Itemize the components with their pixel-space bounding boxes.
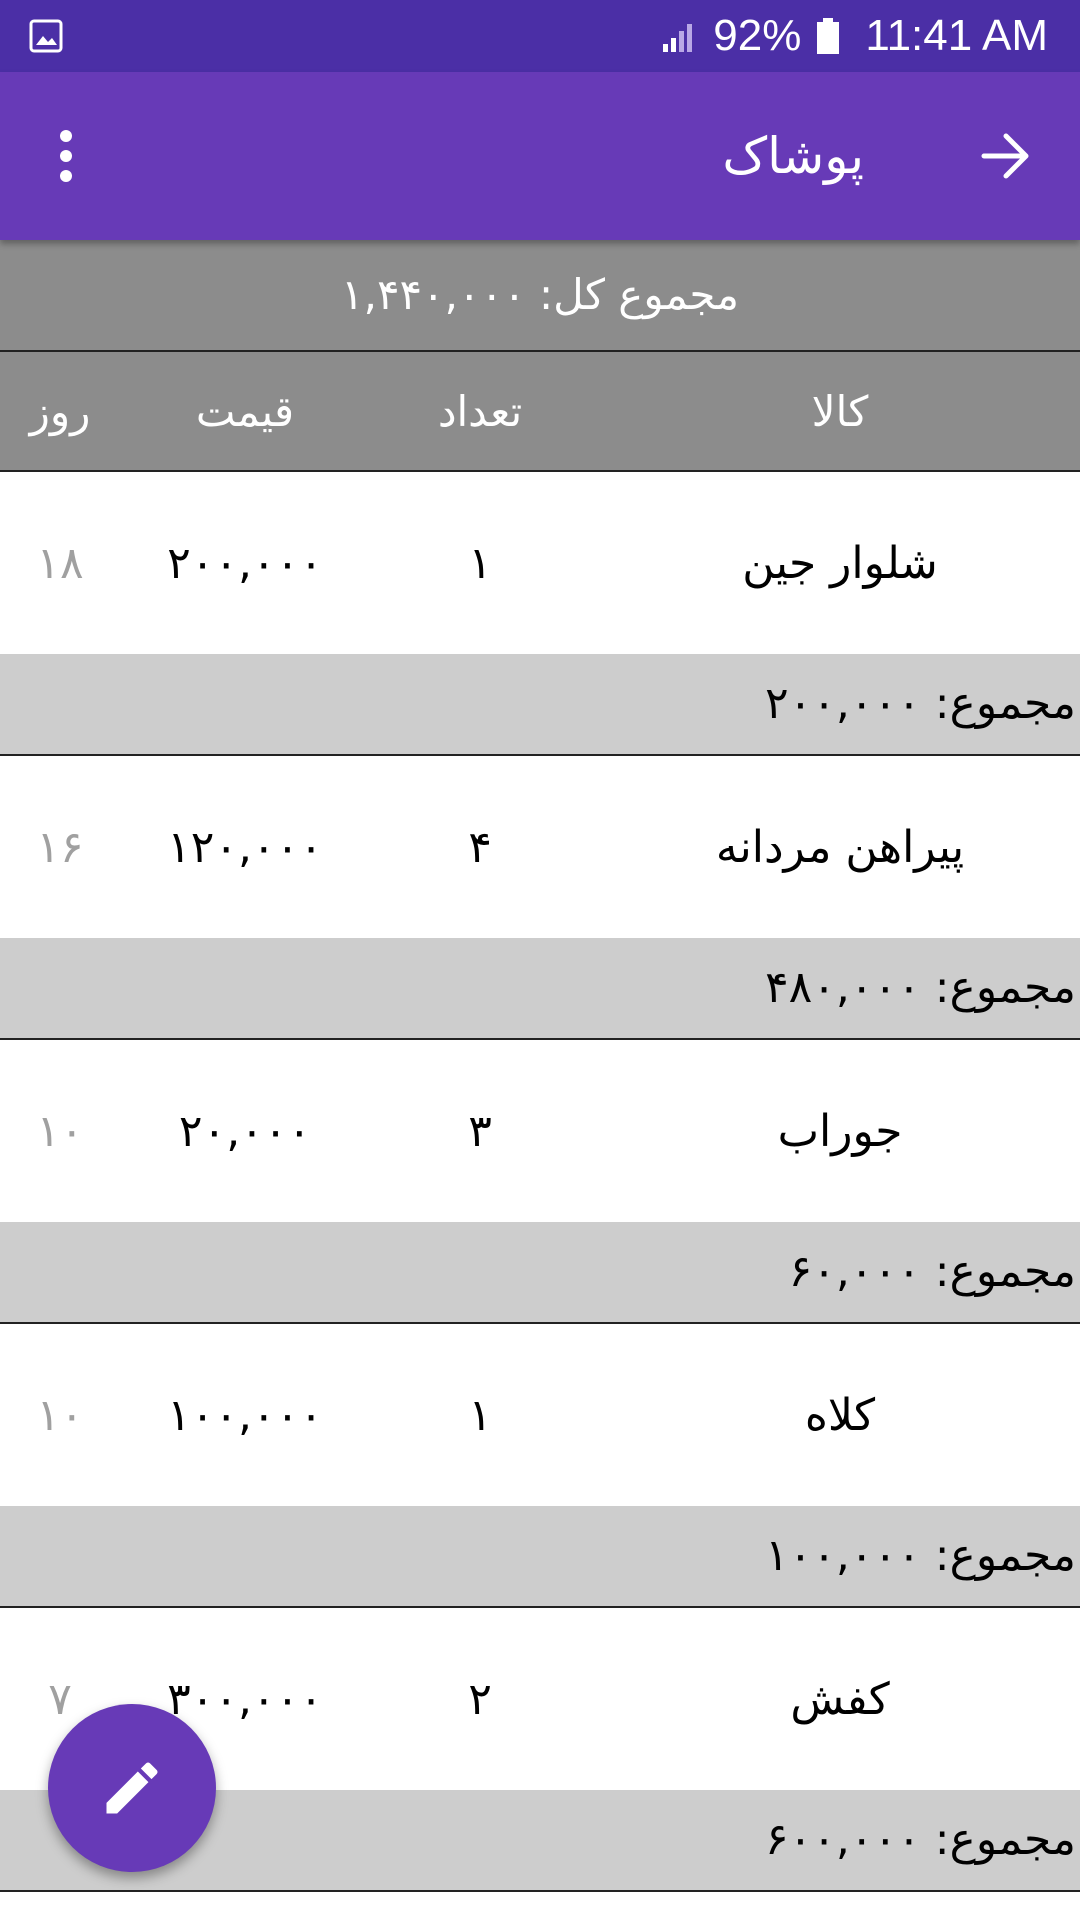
item-name: پیراهن مردانه — [715, 821, 965, 873]
table-header: کالا تعداد قیمت روز — [0, 350, 1080, 472]
edit-fab-button[interactable] — [48, 1704, 216, 1872]
page-title: پوشاک — [722, 127, 864, 185]
subtotal-text: مجموع: ۲۰۰,۰۰۰ — [765, 678, 1076, 729]
more-vert-icon[interactable] — [46, 128, 86, 184]
item-name: شلوار جین — [742, 537, 938, 589]
item-name: جوراب — [777, 1105, 903, 1157]
item-quantity: ۱ — [468, 537, 492, 589]
item-price: ۱۲۰,۰۰۰ — [167, 821, 323, 873]
item-quantity: ۱ — [468, 1389, 492, 1441]
table-row[interactable]: جوراب ۳ ۲۰,۰۰۰ ۱۰ — [0, 1040, 1080, 1222]
table-row[interactable]: شلوار جین ۱ ۲۰۰,۰۰۰ ۱۸ — [0, 472, 1080, 654]
grand-total-text: مجموع کل: ۱,۴۴۰,۰۰۰ — [341, 270, 739, 319]
subtotal-row: مجموع: ۲۰۰,۰۰۰ — [0, 654, 1080, 756]
gallery-icon — [29, 19, 63, 53]
item-quantity: ۴ — [468, 821, 492, 873]
back-arrow-icon[interactable] — [976, 126, 1036, 186]
edit-icon — [106, 1762, 158, 1814]
table-row[interactable]: پیراهن مردانه ۴ ۱۲۰,۰۰۰ ۱۶ — [0, 756, 1080, 938]
item-name: کلاه — [804, 1389, 876, 1441]
status-bar: 92% 11:41 AM — [0, 0, 1080, 72]
subtotal-text: مجموع: ۶۰۰,۰۰۰ — [765, 1814, 1076, 1865]
item-name: کفش — [790, 1673, 890, 1725]
subtotal-row: مجموع: ۶۰,۰۰۰ — [0, 1222, 1080, 1324]
status-clock: 11:41 AM — [865, 11, 1048, 60]
item-quantity: ۲ — [468, 1673, 492, 1725]
app-bar: پوشاک — [0, 72, 1080, 240]
subtotal-text: مجموع: ۶۰,۰۰۰ — [788, 1246, 1076, 1297]
grand-total: مجموع کل: ۱,۴۴۰,۰۰۰ — [0, 240, 1080, 350]
item-list: شلوار جین ۱ ۲۰۰,۰۰۰ ۱۸ مجموع: ۲۰۰,۰۰۰ پی… — [0, 472, 1080, 1892]
subtotal-text: مجموع: ۱۰۰,۰۰۰ — [765, 1530, 1076, 1581]
header-price: قیمت — [195, 386, 295, 436]
subtotal-row: مجموع: ۱۰۰,۰۰۰ — [0, 1506, 1080, 1608]
battery-percent: 92% — [713, 11, 802, 60]
header-day: روز — [29, 386, 91, 436]
subtotal-text: مجموع: ۴۸۰,۰۰۰ — [765, 962, 1076, 1013]
item-quantity: ۳ — [468, 1105, 492, 1157]
header-item: کالا — [811, 386, 869, 436]
item-day: ۱۶ — [36, 821, 84, 873]
item-price: ۲۰۰,۰۰۰ — [167, 537, 323, 589]
item-day: ۱۰ — [36, 1105, 84, 1157]
item-day: ۱۸ — [36, 537, 84, 589]
app-screen: 92% 11:41 AM پوشاک مجموع کل: ۱,۴۴۰,۰۰۰ ک… — [0, 0, 1080, 1920]
subtotal-row: مجموع: ۴۸۰,۰۰۰ — [0, 938, 1080, 1040]
table-row[interactable]: کلاه ۱ ۱۰۰,۰۰۰ ۱۰ — [0, 1324, 1080, 1506]
battery-icon — [817, 18, 840, 54]
header-quantity: تعداد — [437, 386, 523, 436]
signal-icon — [663, 24, 693, 52]
item-day: ۱۰ — [36, 1389, 84, 1441]
item-price: ۱۰۰,۰۰۰ — [167, 1389, 323, 1441]
item-price: ۲۰,۰۰۰ — [178, 1105, 312, 1157]
